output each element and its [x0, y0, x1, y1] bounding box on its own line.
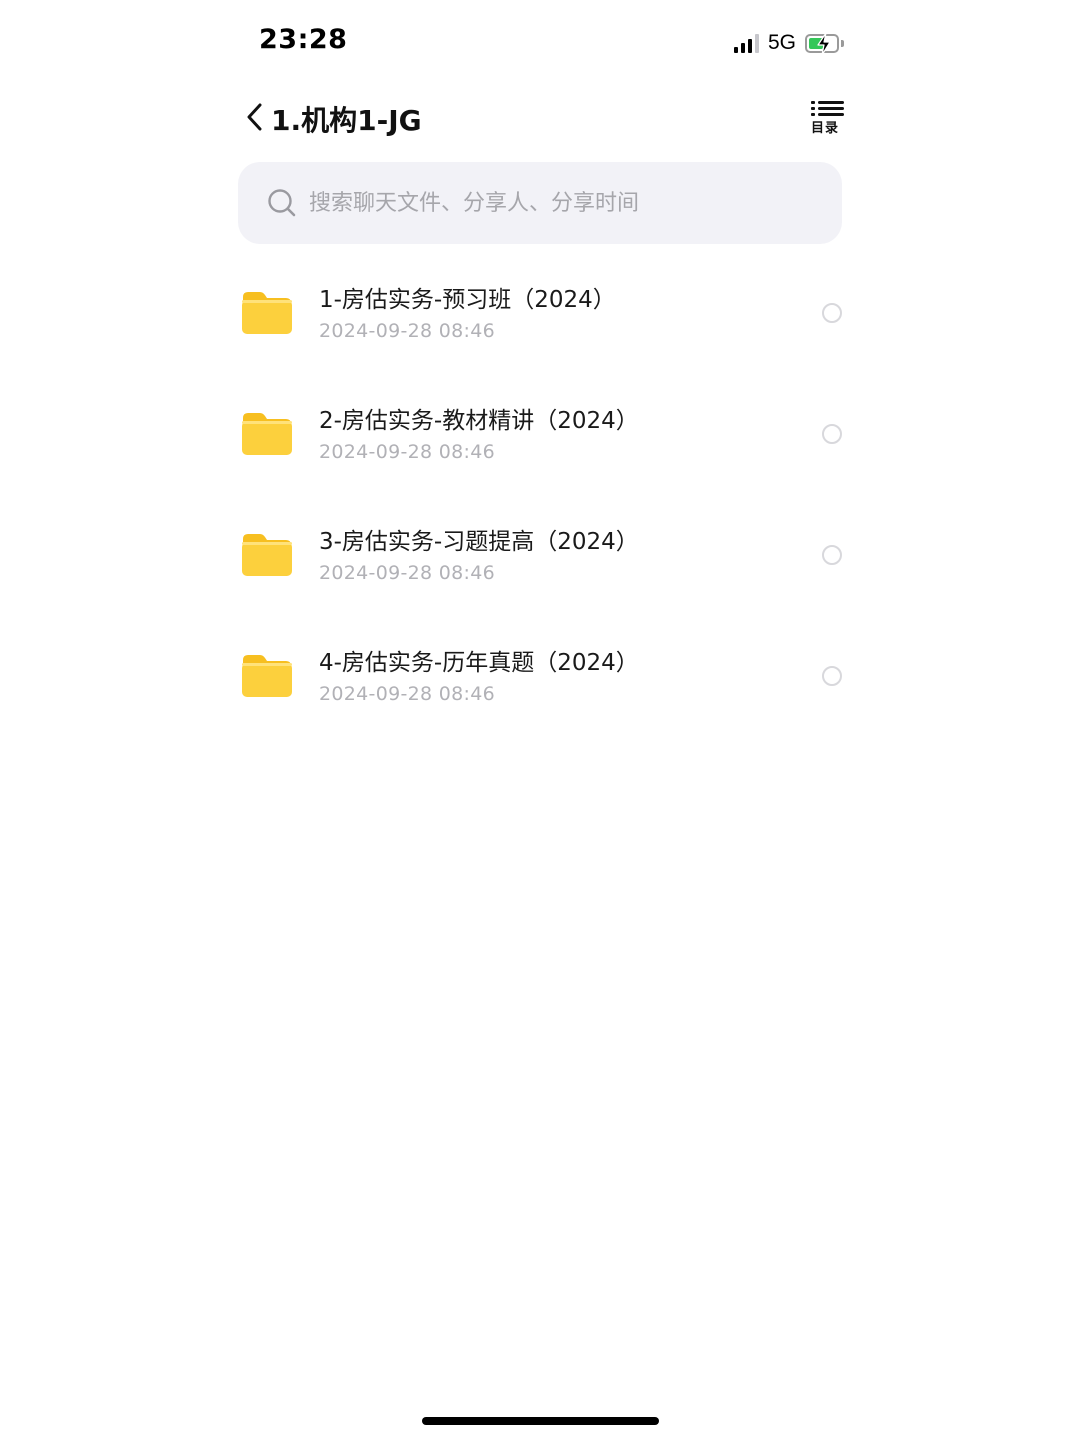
select-radio[interactable]	[822, 666, 842, 686]
network-type: 5G	[767, 31, 796, 54]
toc-button[interactable]: 目录	[810, 100, 846, 138]
select-radio[interactable]	[822, 424, 842, 444]
folder-icon	[242, 534, 292, 576]
status-indicators: 5G	[733, 29, 844, 57]
file-name: 1-房估实务-预习班（2024）	[319, 287, 616, 313]
list-item[interactable]: 2-房估实务-教材精讲（2024） 2024-09-28 08:46	[238, 373, 850, 494]
list-item[interactable]: 4-房估实务-历年真题（2024） 2024-09-28 08:46	[238, 615, 850, 736]
page-title: 1.机构1-JG	[271, 104, 422, 137]
signal-strength-icon	[733, 33, 759, 53]
toc-label: 目录	[811, 121, 840, 136]
back-button[interactable]	[244, 102, 268, 132]
file-date: 2024-09-28 08:46	[319, 320, 496, 342]
battery-icon	[805, 31, 839, 56]
chevron-left-icon	[247, 103, 262, 131]
file-date: 2024-09-28 08:46	[319, 683, 496, 705]
select-radio[interactable]	[822, 545, 842, 565]
search-bar[interactable]	[238, 162, 842, 244]
list-item[interactable]: 1-房估实务-预习班（2024） 2024-09-28 08:46	[238, 252, 850, 373]
file-list: 1-房估实务-预习班（2024） 2024-09-28 08:46 2-房估实务…	[238, 252, 850, 736]
file-name: 2-房估实务-教材精讲（2024）	[319, 408, 639, 434]
home-indicator[interactable]	[422, 1417, 659, 1425]
list-icon	[811, 101, 844, 116]
select-radio[interactable]	[822, 303, 842, 323]
list-item[interactable]: 3-房估实务-习题提高（2024） 2024-09-28 08:46	[238, 494, 850, 615]
charging-bolt-icon	[817, 31, 831, 56]
folder-icon	[242, 292, 292, 334]
file-date: 2024-09-28 08:46	[319, 441, 496, 463]
file-date: 2024-09-28 08:46	[319, 562, 496, 584]
folder-icon	[242, 655, 292, 697]
status-time: 23:28	[259, 24, 348, 55]
folder-icon	[242, 413, 292, 455]
search-icon	[268, 189, 296, 217]
battery-cap	[841, 39, 844, 47]
file-name: 3-房估实务-习题提高（2024）	[319, 529, 639, 555]
screen: 23:28 5G 1.机构1-JG 目录 搜索聊天文件、分享人、分享时间 1-房…	[0, 0, 1080, 1440]
navigation-header: 1.机构1-JG 目录	[238, 96, 850, 142]
file-name: 4-房估实务-历年真题（2024）	[319, 650, 639, 676]
search-input[interactable]	[307, 189, 811, 217]
